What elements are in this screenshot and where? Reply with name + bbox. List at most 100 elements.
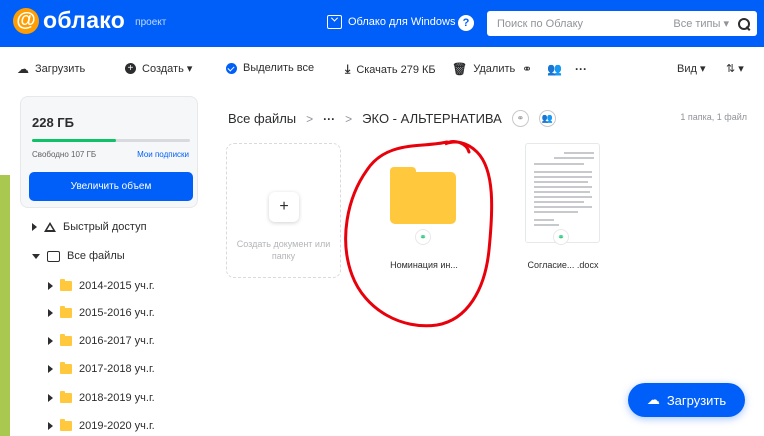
create-button[interactable]: + Создать ▾ bbox=[125, 62, 192, 75]
sort-select[interactable]: ⇅ ▾ bbox=[726, 62, 744, 75]
subscriptions-link[interactable]: Мои подписки bbox=[137, 150, 189, 159]
sidebar-folder[interactable]: 2018-2019 уч.г. bbox=[48, 391, 155, 404]
document-thumbnail[interactable] bbox=[525, 143, 600, 243]
sidebar-item-all-files[interactable]: Все файлы bbox=[32, 250, 125, 262]
more-icon: ··· bbox=[575, 62, 587, 76]
chevron-right-icon bbox=[48, 337, 53, 345]
folder-icon bbox=[390, 167, 456, 224]
upload-cloud-icon: ☁ bbox=[646, 392, 660, 407]
chevron-right-icon bbox=[48, 422, 53, 430]
breadcrumb-current: ЭКО - АЛЬТЕРНАТИВА bbox=[362, 111, 502, 126]
upload-button[interactable]: ☁ Загрузить bbox=[17, 62, 85, 76]
search-box: Все типы ▾ bbox=[487, 11, 757, 36]
chevron-right-icon bbox=[48, 394, 53, 402]
download-button[interactable]: ⤓ Скачать 279 КБ bbox=[345, 62, 436, 77]
plus-icon: + bbox=[125, 63, 136, 74]
chevron-right-icon bbox=[32, 223, 37, 231]
folder-outline-icon bbox=[47, 250, 60, 262]
sidebar-folder[interactable]: 2016-2017 уч.г. bbox=[48, 334, 155, 347]
doc-line bbox=[534, 163, 584, 165]
help-icon[interactable]: ? bbox=[458, 15, 474, 31]
create-document-tile[interactable]: + Создать документ или папку bbox=[226, 143, 341, 278]
breadcrumb: Все файлы > ··· > ЭКО - АЛЬТЕРНАТИВА ⚭ 👥 bbox=[228, 110, 556, 127]
delete-button[interactable]: 🗑 Удалить bbox=[452, 62, 515, 76]
search-input[interactable] bbox=[497, 17, 674, 30]
share-link-button[interactable]: ⚭ bbox=[522, 62, 532, 76]
doc-line bbox=[534, 181, 588, 183]
sidebar-folder[interactable]: 2019-2020 уч.г. bbox=[48, 419, 155, 432]
folder-link-icon[interactable]: ⚭ bbox=[511, 110, 529, 127]
sidebar-folder[interactable]: 2014-2015 уч.г. bbox=[48, 279, 155, 292]
windows-link-label: Облако для Windows bbox=[348, 16, 456, 28]
shared-link-icon: ⚭ bbox=[415, 229, 431, 245]
users-icon: 👥 bbox=[547, 62, 562, 76]
check-icon bbox=[226, 62, 237, 74]
folder-share-icon[interactable]: 👥 bbox=[538, 110, 556, 127]
logo-icon: @ bbox=[13, 7, 39, 34]
plus-icon: + bbox=[269, 192, 299, 222]
sidebar-folder[interactable]: 2015-2016 уч.г. bbox=[48, 306, 155, 319]
storage-card: 228 ГБ Свободно 107 ГБ Мои подписки Увел… bbox=[20, 96, 198, 208]
chevron-right-icon bbox=[48, 282, 53, 290]
doc-line bbox=[534, 224, 559, 226]
logo[interactable]: @ облако проект bbox=[13, 7, 166, 34]
share-access-button[interactable]: 👥 bbox=[547, 62, 562, 76]
chevron-right-icon bbox=[48, 365, 53, 373]
trash-icon: 🗑 bbox=[452, 62, 468, 76]
download-label: Скачать 279 КБ bbox=[356, 63, 436, 76]
folder-icon bbox=[60, 362, 72, 374]
sort-icon: ⇅ ▾ bbox=[726, 63, 744, 75]
storage-usage-bar bbox=[32, 139, 190, 142]
doc-line bbox=[534, 211, 578, 213]
sidebar-folder-label: 2018-2019 уч.г. bbox=[79, 392, 155, 404]
windows-app-link[interactable]: Облако для Windows bbox=[327, 15, 455, 29]
doc-line bbox=[564, 152, 594, 154]
decorative-green-shape bbox=[0, 175, 10, 436]
floating-upload-label: Загрузить bbox=[666, 392, 727, 408]
top-bar: @ облако проект Облако для Windows ? Все… bbox=[0, 0, 764, 47]
floating-upload-button[interactable]: ☁ Загрузить bbox=[628, 383, 745, 417]
folder-name: Номинация ин... bbox=[390, 260, 458, 270]
delete-label: Удалить bbox=[473, 63, 516, 75]
doc-line bbox=[534, 219, 554, 221]
sidebar-folder-label: 2014-2015 уч.г. bbox=[79, 280, 155, 292]
doc-line bbox=[534, 176, 592, 178]
logo-badge: проект bbox=[135, 17, 167, 28]
create-label: Создать ▾ bbox=[142, 63, 193, 75]
folder-icon bbox=[60, 279, 72, 291]
toolbar: ☁ Загрузить + Создать ▾ Выделить все ⤓ С… bbox=[0, 47, 764, 92]
folder-icon bbox=[60, 419, 72, 431]
quick-access-icon bbox=[44, 222, 56, 232]
folder-icon bbox=[60, 334, 72, 346]
doc-line bbox=[534, 171, 592, 173]
chevron-right-icon bbox=[48, 309, 53, 317]
sidebar-folder-label: 2017-2018 уч.г. bbox=[79, 363, 155, 375]
doc-line bbox=[534, 196, 592, 198]
document-name: Согласие... .docx bbox=[527, 260, 599, 270]
search-type-select[interactable]: Все типы ▾ bbox=[673, 17, 729, 30]
download-icon: ⤓ bbox=[345, 62, 351, 76]
sidebar-item-quick-access[interactable]: Быстрый доступ bbox=[32, 221, 147, 233]
storage-free: Свободно 107 ГБ bbox=[32, 150, 97, 159]
breadcrumb-more[interactable]: ··· bbox=[323, 112, 335, 126]
item-count: 1 папка, 1 файл bbox=[680, 112, 747, 122]
red-annotation-circle bbox=[344, 140, 494, 328]
view-select[interactable]: Вид ▾ bbox=[677, 62, 705, 75]
shared-link-icon: ⚭ bbox=[553, 229, 569, 245]
breadcrumb-root[interactable]: Все файлы bbox=[228, 111, 296, 126]
select-all-button[interactable]: Выделить все bbox=[226, 62, 314, 74]
view-label: Вид ▾ bbox=[677, 63, 706, 75]
link-icon: ⚭ bbox=[522, 62, 533, 76]
search-icon[interactable] bbox=[737, 17, 751, 31]
storage-usage-fill bbox=[32, 139, 116, 142]
chevron-down-icon bbox=[32, 253, 40, 259]
doc-line bbox=[534, 201, 584, 203]
sidebar-folder-label: 2015-2016 уч.г. bbox=[79, 307, 155, 319]
folder-icon bbox=[60, 391, 72, 403]
download-app-icon bbox=[327, 15, 342, 29]
doc-line bbox=[534, 186, 592, 188]
more-button[interactable]: ··· bbox=[575, 62, 587, 76]
breadcrumb-separator: > bbox=[345, 111, 353, 126]
increase-storage-button[interactable]: Увеличить объем bbox=[29, 172, 193, 201]
sidebar-folder[interactable]: 2017-2018 уч.г. bbox=[48, 362, 155, 375]
